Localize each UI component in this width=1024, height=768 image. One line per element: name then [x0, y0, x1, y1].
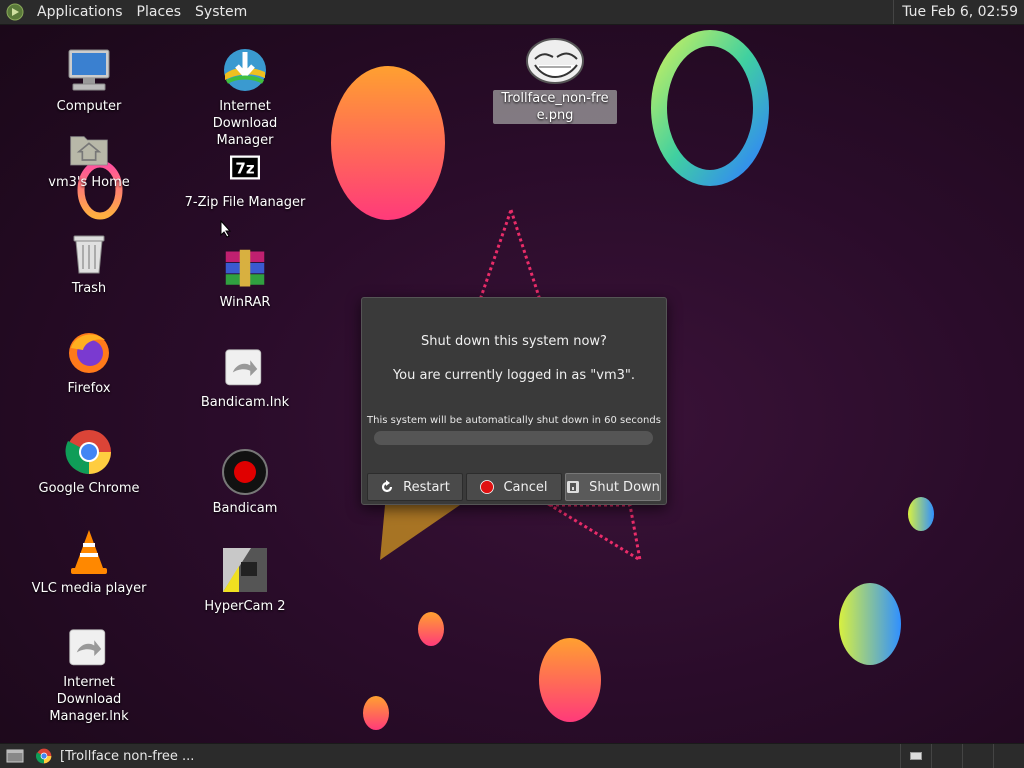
desktop-icon-7zip[interactable]: 7z 7-Zip File Manager [170, 154, 320, 211]
desktop-icon-chrome[interactable]: Google Chrome [14, 428, 164, 497]
taskbar-item-trollface[interactable]: [Trollface non-free ... [30, 744, 200, 768]
workspace-1[interactable] [900, 744, 931, 768]
top-panel: Applications Places System Tue Feb 6, 02… [0, 0, 1024, 25]
shutdown-dialog: Shut down this system now? You are curre… [361, 297, 667, 505]
home-folder-icon [70, 136, 108, 166]
dialog-title: Shut down this system now? [421, 334, 607, 349]
desktop-icon-hypercam[interactable]: HyperCam 2 [170, 546, 320, 615]
shutdown-icon [567, 481, 580, 493]
menu-applications[interactable]: Applications [30, 0, 130, 24]
restart-button[interactable]: Restart [367, 473, 463, 501]
desktop-icon-idm-shortcut[interactable]: Internet Download Manager.lnk [14, 628, 164, 725]
dialog-subtitle: You are currently logged in as "vm3". [392, 368, 636, 383]
desktop-icon-bandicam-shortcut[interactable]: Bandicam.lnk [170, 348, 320, 411]
countdown-progress-bar [374, 431, 653, 445]
workspace-window-icon [910, 752, 922, 760]
vlc-icon [71, 530, 107, 574]
desktop-icon-idm[interactable]: Internet Download Manager [170, 46, 320, 149]
taskbar-item-label: [Trollface non-free ... [60, 748, 195, 764]
shutdown-button[interactable]: Shut Down [565, 473, 661, 501]
show-desktop-icon [6, 749, 24, 763]
bottom-panel: [Trollface non-free ... [0, 743, 1024, 768]
trash-icon [73, 235, 105, 274]
desktop-icon-home[interactable]: vm3's Home [14, 130, 164, 191]
distro-logo-icon[interactable] [6, 3, 24, 21]
menu-system[interactable]: System [188, 0, 254, 24]
chrome-icon [36, 748, 52, 764]
winrar-icon [225, 249, 265, 287]
firefox-icon [69, 333, 109, 373]
image-file-icon [526, 38, 584, 84]
shortcut-icon [69, 629, 106, 666]
show-desktop-button[interactable] [0, 744, 30, 768]
idm-icon [224, 49, 266, 91]
workspace-2[interactable] [931, 744, 962, 768]
shortcut-icon [225, 349, 262, 386]
clock[interactable]: Tue Feb 6, 02:59 [893, 0, 1024, 24]
countdown-note: This system will be automatically shut d… [367, 415, 661, 426]
chrome-icon [65, 430, 111, 474]
menu-places[interactable]: Places [130, 0, 189, 24]
cancel-button[interactable]: Cancel [466, 473, 562, 501]
desktop-icon-computer[interactable]: Computer [14, 46, 164, 115]
cancel-icon [480, 480, 495, 494]
svg-text:7z: 7z [235, 160, 254, 178]
workspace-3[interactable] [962, 744, 993, 768]
bandicam-icon [222, 449, 268, 495]
desktop-icon-trollface-file[interactable]: Trollface_non-free.png [480, 36, 630, 124]
desktop-icon-bandicam[interactable]: Bandicam [170, 448, 320, 517]
hypercam-icon [223, 548, 267, 592]
mouse-cursor-icon [220, 220, 232, 238]
desktop-icon-firefox[interactable]: Firefox [14, 328, 164, 397]
restart-icon [382, 480, 393, 493]
desktop-icon-winrar[interactable]: WinRAR [170, 248, 320, 311]
7zip-icon: 7z [230, 155, 260, 180]
desktop-icon-vlc[interactable]: VLC media player [14, 528, 164, 597]
desktop-icon-trash[interactable]: Trash [14, 228, 164, 297]
computer-icon [68, 49, 110, 91]
workspace-4[interactable] [993, 744, 1024, 768]
